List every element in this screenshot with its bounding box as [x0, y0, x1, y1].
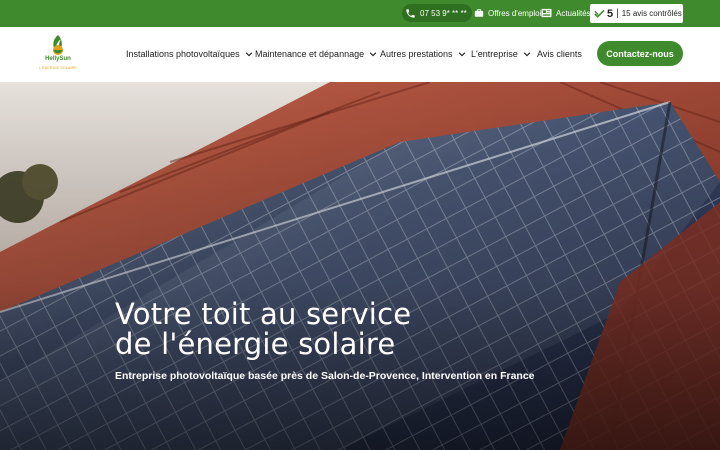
jobs-link[interactable]: Offres d'emploi: [474, 4, 541, 22]
contact-button[interactable]: Contactez-nous: [597, 41, 683, 66]
logo[interactable]: HellySun L'ÉNERGIE SOLAIRE: [37, 33, 79, 77]
hero-title-line1: Votre toit au service: [115, 297, 412, 331]
news-link[interactable]: Actualités: [541, 4, 591, 22]
hero-background-image: [0, 82, 720, 450]
nav-label: Maintenance et dépannage: [255, 49, 365, 59]
review-text: 15 avis contrôlés: [621, 9, 682, 18]
nav-label: L'entreprise: [471, 49, 518, 59]
logo-icon: [53, 35, 63, 55]
chevron-down-icon: [369, 52, 377, 57]
nav-label: Installations photovoltaïques: [126, 49, 240, 59]
review-score: 5: [607, 7, 614, 20]
phone-link[interactable]: 07 53 9* ** **: [402, 4, 472, 22]
news-label: Actualités: [556, 8, 591, 18]
nav-autres-prestations[interactable]: Autres prestations: [380, 46, 466, 62]
phone-icon: [406, 8, 415, 18]
logo-brand: HellySun: [45, 56, 71, 62]
logo-tagline: L'ÉNERGIE SOLAIRE: [39, 66, 77, 70]
newspaper-icon: [541, 8, 552, 18]
nav-installations[interactable]: Installations photovoltaïques: [126, 46, 253, 62]
review-badge[interactable]: 5 | 15 avis contrôlés: [590, 4, 683, 23]
chevron-down-icon: [458, 52, 465, 57]
review-check-icon: [594, 9, 605, 18]
chevron-down-icon: [523, 52, 530, 57]
hero-section: Votre toit au service de l'énergie solai…: [0, 82, 720, 450]
jobs-label: Offres d'emploi: [488, 8, 542, 18]
phone-number: 07 53 9* ** **: [420, 8, 467, 18]
review-separator: |: [616, 8, 619, 19]
nav-avis-clients[interactable]: Avis clients: [537, 46, 582, 62]
site-header: HellySun L'ÉNERGIE SOLAIRE Installations…: [0, 27, 720, 82]
nav-entreprise[interactable]: L'entreprise: [471, 46, 531, 62]
nav-maintenance[interactable]: Maintenance et dépannage: [255, 46, 377, 62]
briefcase-icon: [474, 9, 484, 17]
hero-title: Votre toit au service de l'énergie solai…: [115, 299, 535, 359]
hero-subtitle: Entreprise photovoltaïque basée près de …: [115, 370, 535, 382]
top-bar: 07 53 9* ** ** Offres d'emploi Actualité…: [0, 0, 720, 27]
hero-title-line2: de l'énergie solaire: [115, 327, 396, 361]
nav-label: Avis clients: [537, 49, 582, 59]
nav-label: Autres prestations: [380, 49, 453, 59]
chevron-down-icon: [245, 52, 252, 57]
